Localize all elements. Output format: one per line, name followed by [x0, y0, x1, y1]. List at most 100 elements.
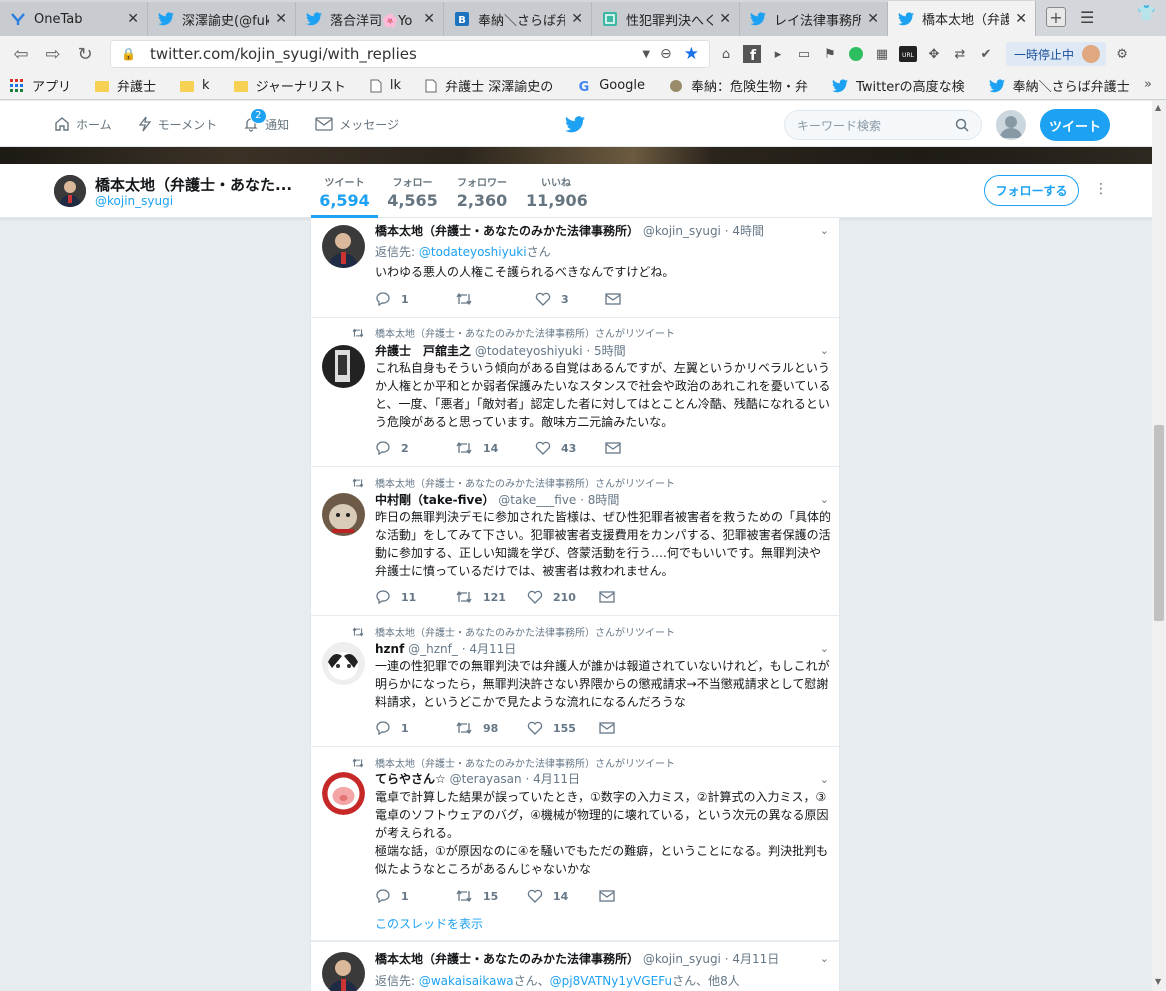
facebook-icon[interactable]: f	[742, 44, 762, 64]
nav-moments[interactable]: モーメント	[138, 116, 217, 133]
tweet-author-name[interactable]: hznf	[375, 642, 404, 656]
reply-button[interactable]: 11	[375, 590, 455, 604]
like-button[interactable]: 155	[527, 721, 599, 735]
tweet-avatar[interactable]	[322, 345, 365, 388]
tab-rei-law[interactable]: レイ法律事務所 ✕	[740, 2, 888, 36]
close-icon[interactable]: ✕	[571, 11, 583, 27]
close-icon[interactable]: ✕	[423, 11, 435, 27]
nav-notifications[interactable]: 2 通知	[243, 107, 289, 133]
play-icon[interactable]: ▸	[768, 44, 788, 64]
retweet-button[interactable]: 15	[455, 889, 527, 903]
tab-hounou[interactable]: B 奉納＼さらば弁 ✕	[444, 2, 592, 36]
tweet-author-name[interactable]: 橋本太地（弁護士・あなたのみかた法律事務所）	[375, 952, 639, 966]
tweet-time[interactable]: · 8時間	[580, 493, 619, 507]
tweet-author-handle[interactable]: @_hznf_	[408, 642, 458, 656]
check-extension-icon[interactable]: ✔	[976, 44, 996, 64]
move-icon[interactable]: ✥	[924, 44, 944, 64]
tweet-time[interactable]: · 4時間	[725, 224, 764, 238]
reply-to-link[interactable]: @wakaisaikawa	[419, 974, 514, 988]
close-icon[interactable]: ✕	[275, 11, 287, 27]
retweet-button[interactable]	[455, 292, 535, 306]
compose-tweet-button[interactable]: ツイート	[1040, 109, 1110, 141]
profile-avatar[interactable]	[54, 175, 86, 207]
tweet-author-handle[interactable]: @terayasan	[450, 772, 522, 786]
retweet-button[interactable]: 98	[455, 721, 527, 735]
twitter-logo-icon[interactable]	[565, 116, 585, 137]
calendar-icon[interactable]: ▦	[872, 44, 892, 64]
reader-icon[interactable]: ▭	[794, 44, 814, 64]
reply-button[interactable]: 1	[375, 889, 455, 903]
tweet-author-handle[interactable]: @kojin_syugi	[643, 224, 721, 238]
tweet-author-handle[interactable]: @todateyoshiyuki	[475, 344, 583, 358]
pause-status-button[interactable]: 一時停止中	[1006, 42, 1107, 66]
bookmark-google[interactable]: G Google	[577, 78, 645, 93]
nav-home[interactable]: ホーム	[54, 116, 112, 133]
tweet-avatar[interactable]	[322, 493, 365, 536]
tweet-time[interactable]: · 5時間	[586, 344, 625, 358]
tweet-item[interactable]: 橋本太地（弁護士・あなたのみかた法律事務所）さんがリツイート 中村剛（take-…	[311, 467, 839, 616]
tweet-time[interactable]: · 4月11日	[462, 642, 517, 656]
tweet-item[interactable]: 橋本太地（弁護士・あなたのみかた法律事務所）さんがリツイート hznf @_hz…	[311, 616, 839, 747]
home-icon[interactable]: ⌂	[716, 44, 736, 64]
twitter-search-input[interactable]: キーワード検索	[784, 110, 982, 140]
retweet-button[interactable]: 121	[455, 590, 527, 604]
bookmark-apps[interactable]: アプリ	[10, 76, 71, 95]
bookmark-bengoshi[interactable]: 弁護士	[95, 76, 156, 95]
like-button[interactable]: 3	[535, 292, 605, 306]
profile-handle[interactable]: @kojin_syugi	[95, 194, 173, 208]
direct-message-button[interactable]	[599, 722, 625, 734]
like-button[interactable]: 210	[527, 590, 599, 604]
reply-button[interactable]: 2	[375, 441, 455, 455]
page-scrollbar[interactable]: ▲ ▼	[1152, 101, 1166, 991]
follow-button[interactable]: フォローする	[984, 175, 1079, 206]
close-icon[interactable]: ✕	[867, 11, 879, 27]
like-button[interactable]: 14	[527, 889, 599, 903]
url-dropdown-icon[interactable]: ▼	[642, 49, 650, 60]
tweet-author-handle[interactable]: @take___five	[498, 493, 576, 507]
bookmark-journalist[interactable]: ジャーナリスト	[233, 76, 346, 95]
bookmark-hounou-sayonara[interactable]: 奉納＼さらば弁護士	[988, 76, 1130, 95]
url-field[interactable]: 🔒 twitter.com/kojin_syugi/with_replies ▼…	[110, 40, 710, 68]
reply-button[interactable]: 1	[375, 292, 455, 306]
stat-tweets[interactable]: ツイート 6,594	[311, 174, 378, 210]
reply-to-link[interactable]: @todateyoshiyuki	[419, 245, 527, 259]
bookmarks-overflow-icon[interactable]: »	[1144, 77, 1152, 92]
scroll-up-icon[interactable]: ▲	[1155, 103, 1161, 112]
tab-onetab[interactable]: OneTab ✕	[0, 2, 148, 36]
direct-message-button[interactable]	[605, 293, 631, 305]
tweet-item[interactable]: 橋本太地（弁護士・あなたのみかた法律事務所）さんがリツイート てらやさん☆ @t…	[311, 747, 839, 941]
reply-to-link-2[interactable]: @pj8VATNy1yVGEFu	[550, 974, 672, 988]
close-icon[interactable]: ✕	[719, 11, 731, 27]
tweet-avatar[interactable]	[322, 772, 365, 815]
profile-name[interactable]: 橋本太地（弁護士・あなた...	[95, 174, 292, 195]
tweet-author-name[interactable]: 橋本太地（弁護士・あなたのみかた法律事務所）	[375, 224, 639, 238]
chevron-down-icon[interactable]: ⌄	[820, 952, 829, 965]
chevron-down-icon[interactable]: ⌄	[820, 344, 829, 357]
chevron-down-icon[interactable]: ⌄	[820, 642, 829, 655]
direct-message-button[interactable]	[605, 442, 631, 454]
bookmark-hounou-danger[interactable]: 奉納：危険生物・弁	[669, 76, 808, 95]
tab-seihanzai[interactable]: 性犯罪判決へく ✕	[592, 2, 740, 36]
more-options-icon[interactable]: ⋮	[1094, 181, 1108, 197]
new-tab-button[interactable]: +	[1046, 7, 1066, 27]
tab-list-icon[interactable]: ☰	[1080, 8, 1094, 27]
evernote-icon[interactable]	[846, 44, 866, 64]
shuffle-icon[interactable]: ⇄	[950, 44, 970, 64]
direct-message-button[interactable]	[599, 890, 625, 902]
bookmark-k[interactable]: k	[180, 78, 210, 93]
tab-fukazawa[interactable]: 深澤諭史(@fuk ✕	[148, 2, 296, 36]
nav-messages[interactable]: メッセージ	[315, 116, 399, 133]
url-shortener-icon[interactable]: URL	[898, 44, 918, 64]
direct-message-button[interactable]	[599, 591, 625, 603]
bookmark-lk[interactable]: lk	[370, 78, 401, 93]
reply-button[interactable]: 1	[375, 721, 455, 735]
close-icon[interactable]: ✕	[1015, 11, 1027, 27]
settings-gear-icon[interactable]: ⚙	[1112, 44, 1132, 64]
scroll-down-icon[interactable]: ▼	[1155, 977, 1161, 986]
show-thread-link[interactable]: このスレッドを表示	[375, 915, 483, 932]
bookmark-icon[interactable]: ⚑	[820, 44, 840, 64]
back-icon[interactable]: ⇦	[8, 41, 34, 67]
tweet-author-name[interactable]: 弁護士 戸舘圭之	[375, 344, 471, 358]
stat-likes[interactable]: いいね 11,906	[526, 174, 588, 210]
search-icon[interactable]	[955, 118, 969, 132]
